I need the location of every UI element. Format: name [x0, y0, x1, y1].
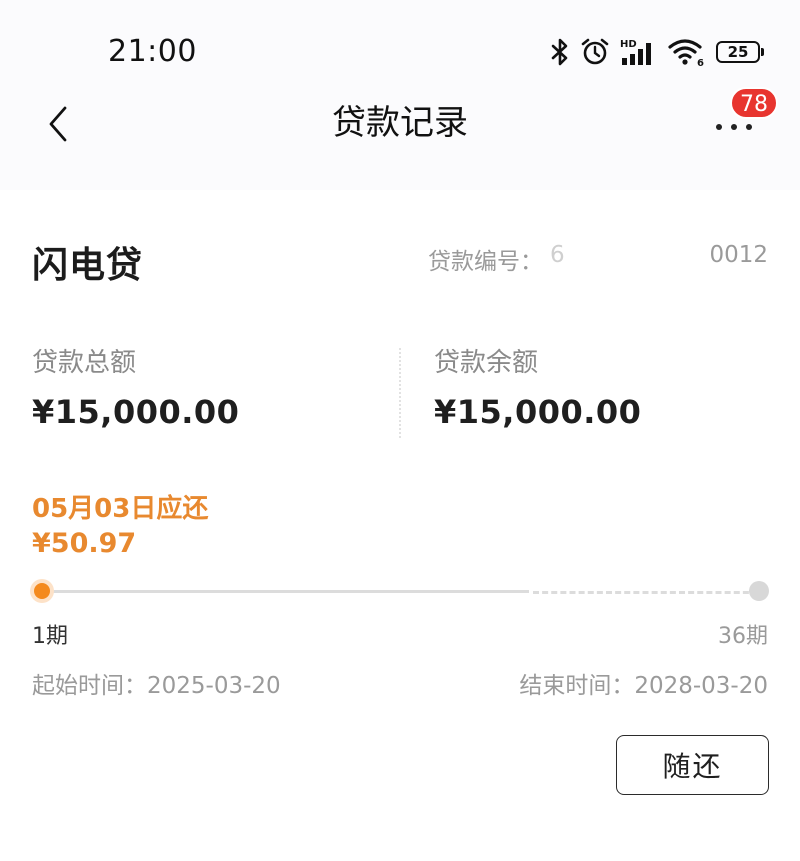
more-dots-icon — [716, 124, 752, 130]
loan-card: 闪电贷 贷款编号： 6 0012 贷款总额 ¥15,000.00 贷款余额 ¥1… — [0, 190, 800, 861]
wifi-icon: 6 — [668, 37, 706, 67]
status-icons: HD 6 25 — [550, 34, 764, 70]
loan-balance-label: 贷款余额 — [434, 348, 539, 378]
loan-balance: 贷款余额 ¥15,000.00 — [434, 342, 641, 431]
period-start-label: 1期 — [32, 624, 68, 649]
loan-number-label: 贷款编号： — [428, 249, 543, 275]
progress-track-dashed — [533, 591, 758, 594]
loan-total-value: ¥15,000.00 — [32, 393, 240, 431]
column-divider — [399, 348, 401, 438]
battery-icon: 25 — [716, 41, 764, 63]
loan-total-label: 贷款总额 — [32, 348, 137, 378]
nav-bar: 贷款记录 — [0, 100, 800, 190]
loan-number-tail: 0012 — [709, 242, 768, 268]
period-end-label: 36期 — [718, 624, 768, 649]
repay-anytime-button[interactable]: 随还 — [616, 735, 769, 795]
end-time: 结束时间：2028-03-20 — [519, 673, 768, 699]
repayment-progress-track — [42, 590, 758, 594]
signal-icon: HD — [620, 37, 658, 67]
progress-current-dot — [30, 579, 54, 603]
status-bar: 21:00 HD 6 25 — [0, 0, 800, 100]
loan-number-head: 6 — [550, 242, 565, 268]
bluetooth-icon — [550, 37, 570, 67]
battery-level: 25 — [727, 42, 749, 61]
alarm-icon — [580, 37, 610, 67]
wifi-sub-label: 6 — [697, 58, 704, 67]
due-amount: ¥50.97 — [32, 528, 137, 559]
loan-balance-value: ¥15,000.00 — [434, 393, 642, 431]
loan-record-screen: 21:00 HD 6 25 贷款记录 78 闪电贷 贷款编号： 6 0012 贷… — [0, 0, 800, 861]
status-time: 21:00 — [108, 34, 197, 69]
page-title: 贷款记录 — [332, 103, 468, 143]
loan-product-name: 闪电贷 — [32, 245, 144, 286]
due-date: 05月03日应还 — [32, 494, 209, 524]
loan-total: 贷款总额 ¥15,000.00 — [32, 342, 239, 431]
progress-track-solid — [42, 590, 529, 593]
notification-badge: 78 — [730, 87, 778, 119]
network-label: HD — [620, 39, 637, 50]
start-time: 起始时间：2025-03-20 — [32, 673, 281, 699]
progress-end-dot — [749, 581, 769, 601]
